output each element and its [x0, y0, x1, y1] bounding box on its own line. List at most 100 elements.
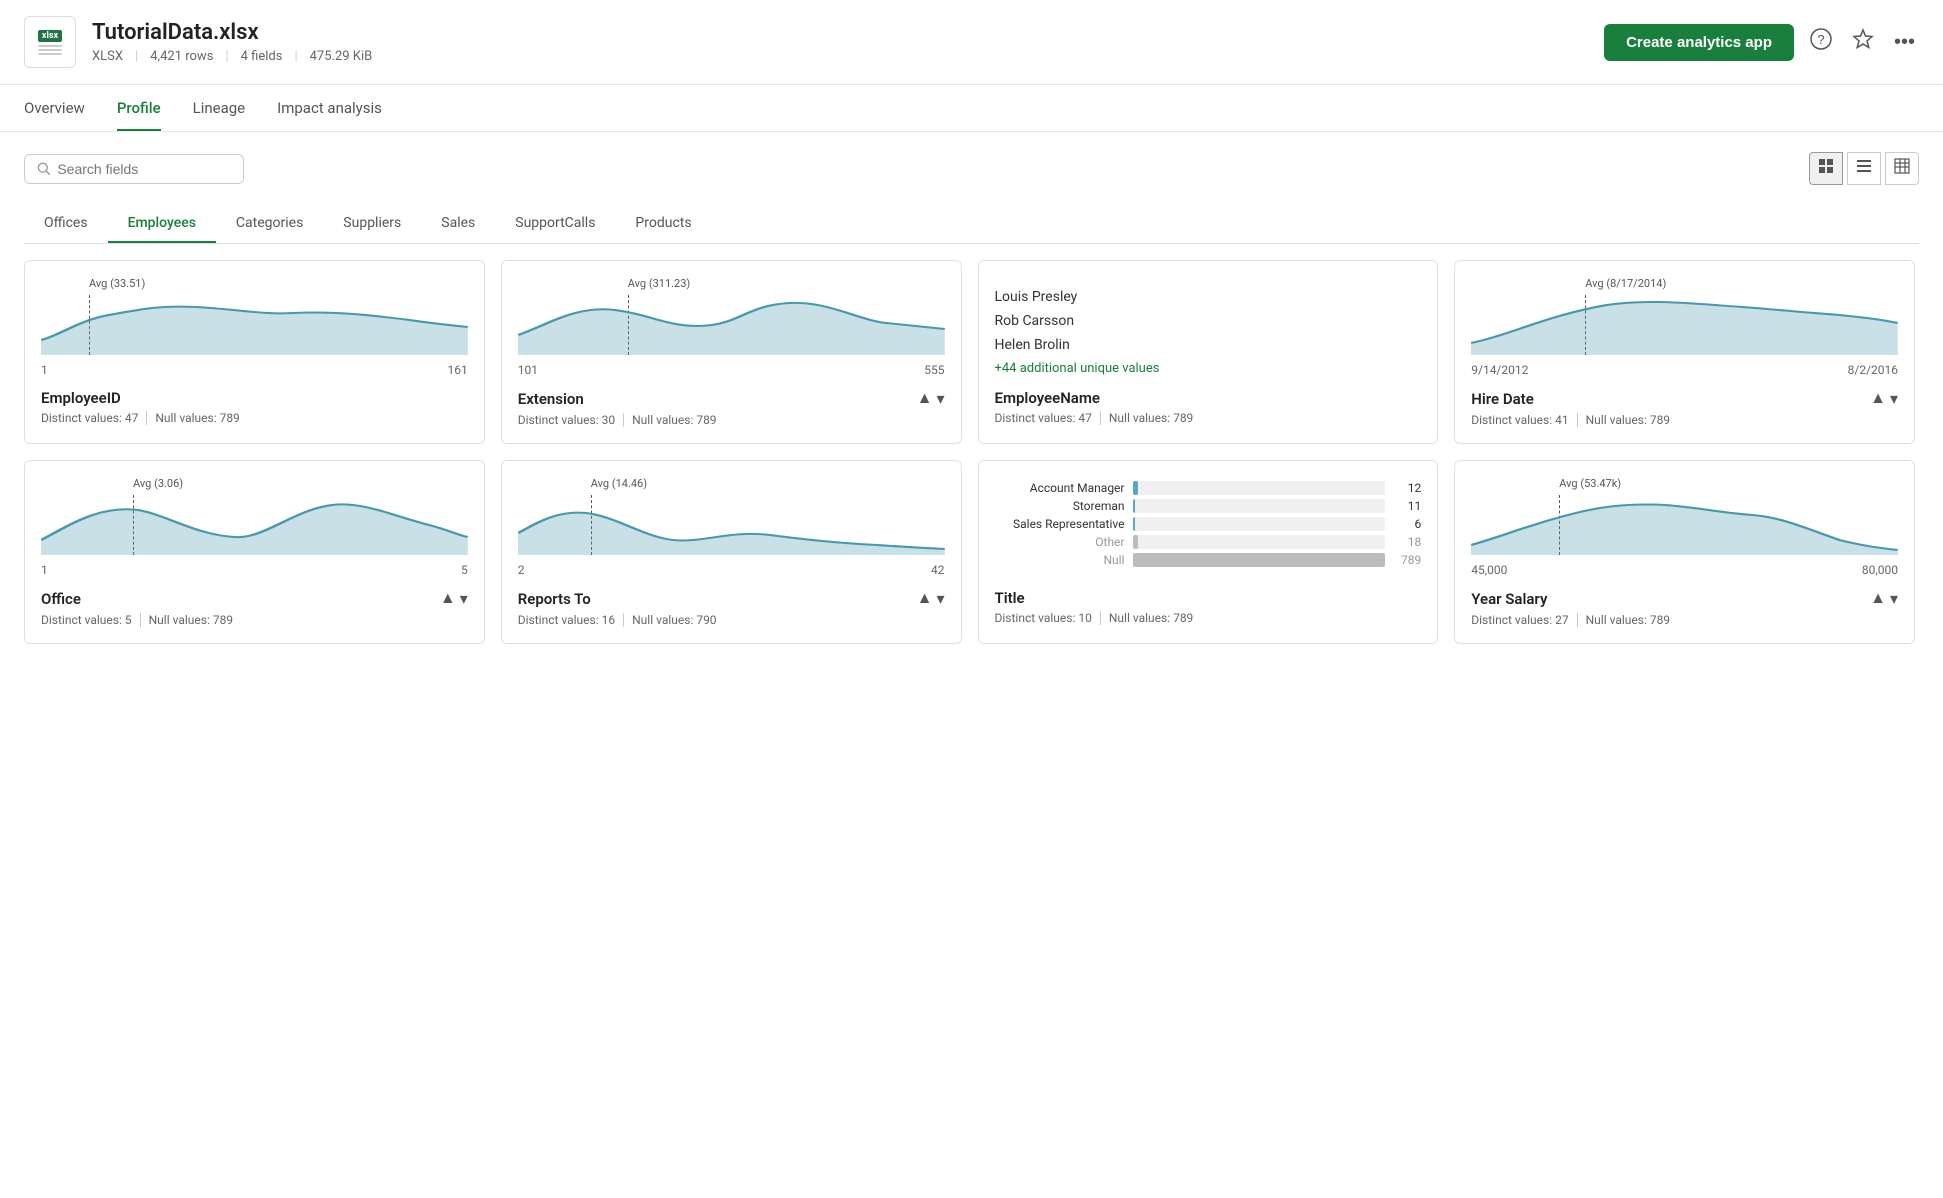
file-fields: 4 fields — [241, 49, 283, 64]
card-footer: EmployeeName Distinct values: 47 Null va… — [995, 389, 1422, 425]
bar-fill — [1133, 553, 1386, 567]
bar-count: 11 — [1393, 499, 1421, 513]
card-title: Reports To ▲▾ — [518, 589, 945, 609]
sub-tab-sales[interactable]: Sales — [421, 205, 495, 243]
file-icon: xlsx — [24, 16, 76, 68]
tab-overview[interactable]: Overview — [24, 85, 85, 131]
card-title: Extension ▲▾ — [518, 389, 945, 409]
distinct-values: Distinct values: 47 — [995, 411, 1092, 425]
card-dropdown-button[interactable]: ▾ — [1890, 389, 1898, 409]
null-values: Null values: 789 — [1109, 411, 1193, 425]
bar-fill — [1133, 499, 1136, 513]
help-icon-button[interactable]: ? — [1806, 24, 1836, 60]
sub-tabs: Offices Employees Categories Suppliers S… — [24, 205, 1919, 244]
card-dropdown-button[interactable]: ▾ — [1890, 589, 1898, 609]
range-max: 80,000 — [1862, 563, 1898, 577]
bar-count: 12 — [1393, 481, 1421, 495]
bar-fill — [1133, 535, 1138, 549]
card-dropdown-button[interactable]: ▾ — [460, 589, 468, 609]
bar-row: Storeman 11 — [995, 499, 1422, 513]
distinct-values: Distinct values: 47 — [41, 411, 138, 425]
sub-tab-employees[interactable]: Employees — [108, 205, 216, 243]
range-max: 5 — [461, 563, 468, 577]
tab-profile[interactable]: Profile — [117, 85, 161, 131]
tab-lineage[interactable]: Lineage — [193, 85, 246, 131]
card-footer: Title Distinct values: 10 Null values: 7… — [995, 589, 1422, 625]
sparkline-chart — [518, 485, 945, 555]
more-options-button[interactable]: ••• — [1890, 27, 1919, 58]
header: xlsx TutorialData.xlsx XLSX | 4,421 rows… — [0, 0, 1943, 85]
bar-track — [1133, 553, 1386, 567]
bar-row: Other 18 — [995, 535, 1422, 549]
card-chart-button[interactable]: ▲ — [917, 590, 933, 608]
card-dropdown-button[interactable]: ▾ — [936, 589, 944, 609]
card-title-text: Extension — [518, 390, 584, 408]
null-values: Null values: 789 — [1586, 613, 1670, 627]
card-footer: Year Salary ▲▾ Distinct values: 27 Null … — [1471, 589, 1898, 627]
chart-range: 101 555 — [518, 363, 945, 377]
list-item: Rob Carsson — [995, 309, 1422, 333]
sparkline-chart — [41, 485, 468, 555]
card-0: Avg (33.51) 1 161 EmployeeID Distinct va… — [24, 260, 485, 444]
distinct-values: Distinct values: 27 — [1471, 613, 1568, 627]
card-dropdown-button[interactable]: ▾ — [936, 389, 944, 409]
list-item: Louis Presley — [995, 285, 1422, 309]
card-title: EmployeeID — [41, 389, 468, 407]
card-title-text: Year Salary — [1471, 590, 1547, 608]
card-title-text: EmployeeName — [995, 389, 1100, 407]
distinct-values: Distinct values: 41 — [1471, 413, 1568, 427]
null-values: Null values: 789 — [149, 613, 233, 627]
range-min: 101 — [518, 363, 538, 377]
file-rows: 4,421 rows — [150, 49, 213, 64]
card-2: Louis PresleyRob CarssonHelen Brolin +44… — [978, 260, 1439, 444]
text-list: Louis PresleyRob CarssonHelen Brolin +44… — [995, 277, 1422, 384]
card-chart-button[interactable]: ▲ — [1870, 390, 1886, 408]
distinct-values: Distinct values: 30 — [518, 413, 615, 427]
sub-tab-offices[interactable]: Offices — [24, 205, 108, 243]
chart-area: Avg (53.47k) 45,000 80,000 — [1471, 477, 1898, 577]
bar-track — [1133, 499, 1386, 513]
card-title: Hire Date ▲▾ — [1471, 389, 1898, 409]
ellipsis-icon: ••• — [1894, 31, 1915, 53]
more-values[interactable]: +44 additional unique values — [995, 361, 1422, 376]
file-title: TutorialData.xlsx — [92, 20, 372, 45]
bar-count: 789 — [1393, 553, 1421, 567]
sub-tab-products[interactable]: Products — [615, 205, 711, 243]
card-chart-button[interactable]: ▲ — [1870, 590, 1886, 608]
file-title-block: TutorialData.xlsx XLSX | 4,421 rows | 4 … — [92, 20, 372, 64]
file-meta: XLSX | 4,421 rows | 4 fields | 475.29 Ki… — [92, 49, 372, 64]
bar-track — [1133, 517, 1386, 531]
search-box[interactable] — [24, 154, 244, 184]
null-values: Null values: 789 — [1109, 611, 1193, 625]
card-footer: Office ▲▾ Distinct values: 5 Null values… — [41, 589, 468, 627]
bar-label: Sales Representative — [995, 517, 1125, 531]
sub-tab-categories[interactable]: Categories — [216, 205, 323, 243]
card-title-text: EmployeeID — [41, 389, 121, 407]
bar-row: Sales Representative 6 — [995, 517, 1422, 531]
chart-range: 1 5 — [41, 563, 468, 577]
sparkline-chart — [1471, 285, 1898, 355]
create-analytics-app-button[interactable]: Create analytics app — [1604, 24, 1794, 61]
card-chart-button[interactable]: ▲ — [917, 390, 933, 408]
list-view-button[interactable] — [1847, 152, 1881, 185]
tab-impact-analysis[interactable]: Impact analysis — [277, 85, 382, 131]
card-title-text: Hire Date — [1471, 390, 1534, 408]
table-view-button[interactable] — [1885, 152, 1919, 185]
grid-view-button[interactable] — [1809, 152, 1843, 185]
distinct-values: Distinct values: 16 — [518, 613, 615, 627]
card-meta: Distinct values: 47 Null values: 789 — [41, 411, 468, 425]
card-meta: Distinct values: 16 Null values: 790 — [518, 613, 945, 627]
range-min: 2 — [518, 563, 525, 577]
card-footer: EmployeeID Distinct values: 47 Null valu… — [41, 389, 468, 425]
star-icon-button[interactable] — [1848, 24, 1878, 60]
card-footer: Reports To ▲▾ Distinct values: 16 Null v… — [518, 589, 945, 627]
sub-tab-supportcalls[interactable]: SupportCalls — [495, 205, 615, 243]
card-chart-button[interactable]: ▲ — [440, 590, 456, 608]
chart-range: 2 42 — [518, 563, 945, 577]
sub-tab-suppliers[interactable]: Suppliers — [323, 205, 421, 243]
search-input[interactable] — [57, 161, 231, 177]
range-min: 1 — [41, 363, 48, 377]
card-5: Avg (14.46) 2 42 Reports To ▲▾ Distinct … — [501, 460, 962, 644]
card-meta: Distinct values: 41 Null values: 789 — [1471, 413, 1898, 427]
bar-fill — [1133, 481, 1138, 495]
